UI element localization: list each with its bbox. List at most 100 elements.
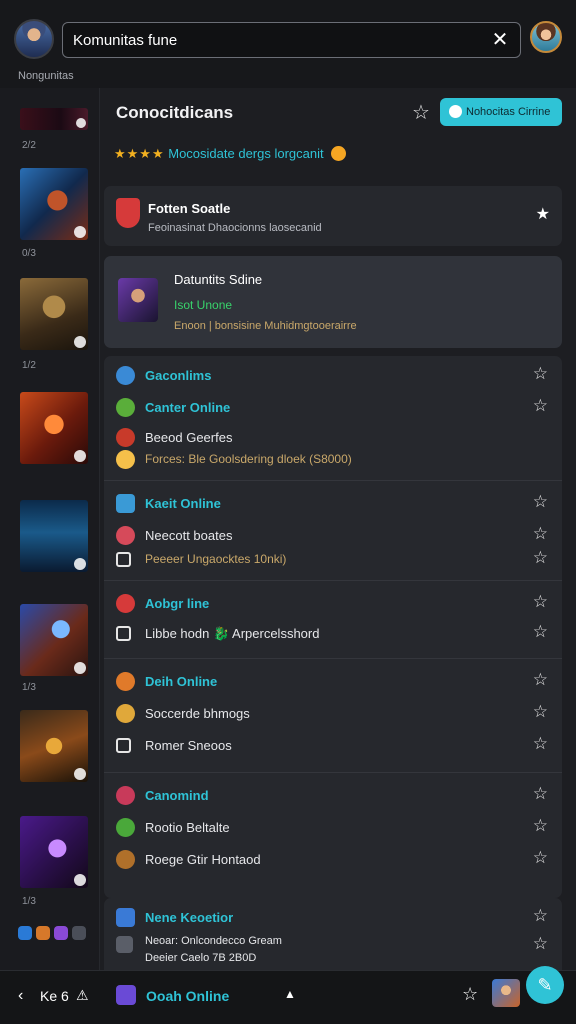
star-icon[interactable]: ☆ [462, 984, 478, 1005]
star-icon[interactable]: ☆ [533, 548, 548, 568]
star-icon[interactable]: ★ [536, 204, 550, 224]
game-thumbnail[interactable] [20, 816, 88, 888]
game-icon [116, 366, 135, 385]
game-thumbnail[interactable] [20, 604, 88, 676]
shortcut-icon[interactable] [54, 926, 68, 940]
list-item[interactable]: Canomind ☆ [116, 784, 548, 808]
thumbnail-caption: 1/3 [22, 896, 36, 907]
star-icon[interactable]: ☆ [533, 702, 548, 722]
game-thumbnail[interactable] [20, 500, 88, 572]
game-thumbnail[interactable] [20, 278, 88, 350]
now-playing-detail: Enoon | bonsisine Muhidmgtooerairre [174, 320, 357, 332]
game-icon [116, 786, 135, 805]
page-title: Conocitdicans [116, 103, 234, 122]
list-item[interactable]: Aobgr line ☆ [116, 592, 548, 616]
star-icon[interactable]: ☆ [533, 784, 548, 804]
search-input-value[interactable]: Komunitas fune [73, 32, 177, 49]
featured-card[interactable]: Fotten Soatle Feoinasinat Dhaocionns lao… [104, 186, 562, 246]
game-icon [116, 494, 135, 513]
list-item-label: Roege Gtir Hontaod [145, 852, 261, 867]
list-item-label: Nene Keoetior [145, 910, 234, 925]
chat-button-label: Nohocitas Cirrine [466, 106, 551, 118]
star-icon[interactable]: ☆ [533, 396, 548, 416]
game-icon [116, 850, 135, 869]
star-icon[interactable]: ☆ [412, 100, 430, 125]
bottom-center-label[interactable]: Ooah Online [146, 988, 229, 1004]
game-icon [116, 818, 135, 837]
game-icon [116, 908, 135, 927]
game-thumbnail[interactable] [20, 168, 88, 240]
game-thumbnail[interactable] [20, 710, 88, 782]
checkbox-icon[interactable] [116, 738, 131, 753]
divider [104, 658, 562, 659]
list-item-label: Rootio Beltalte [145, 820, 230, 835]
star-icon[interactable]: ☆ [533, 816, 548, 836]
list-item-label: Soccerde bhmogs [145, 706, 250, 721]
thumbnail-caption: 1/3 [22, 682, 36, 693]
star-icon[interactable]: ☆ [533, 492, 548, 512]
list-item-label: Neoar: Onlcondecco Gream [145, 935, 282, 947]
list-item[interactable]: Beeod Geerfes [116, 426, 548, 450]
now-playing-title: Datuntits Sdine [174, 272, 263, 287]
profile-avatar[interactable] [530, 21, 562, 53]
shortcut-icon[interactable] [36, 926, 50, 940]
list-item-label: Deeier Caelo 7B 2B0D [145, 952, 257, 964]
star-icon[interactable]: ☆ [533, 524, 548, 544]
friends-group-card: Gaconlims ☆ Canter Online ☆ Beeod Geerfes … [104, 356, 562, 898]
star-icon[interactable]: ☆ [533, 934, 548, 954]
list-item[interactable]: Peeeer Ungaocktes 10nki) ☆ [116, 548, 548, 572]
app-window: Komunitas fune ✕ Nongunitas 2/2 0/3 1/2 … [0, 0, 576, 1024]
game-thumbnail[interactable] [20, 392, 88, 464]
search-field[interactable]: Komunitas fune ✕ [62, 22, 521, 58]
chevron-up-icon[interactable]: ▲ [284, 987, 296, 1001]
list-item[interactable]: Rootio Beltalte ☆ [116, 816, 548, 840]
sidebar-shortcuts [18, 926, 90, 942]
checkbox-icon[interactable] [116, 626, 131, 641]
list-item[interactable]: Forces: Ble Goolsdering dloek (S8000) [116, 448, 548, 472]
user-avatar[interactable] [492, 979, 520, 1007]
list-item[interactable]: Neoar: Onlcondecco Gream ☆ [116, 934, 548, 954]
warning-icon[interactable]: ⚠ [76, 987, 89, 1004]
list-item[interactable]: Romer Sneoos ☆ [116, 734, 548, 758]
user-avatar[interactable] [14, 19, 54, 59]
game-thumbnail[interactable] [20, 108, 88, 130]
list-item[interactable]: Libbe hodn 🐉 Arpercelsshord ☆ [116, 622, 548, 646]
star-rating-icon: ★★★★ [114, 146, 165, 161]
list-item[interactable]: Soccerde bhmogs ☆ [116, 702, 548, 726]
thumbnail-caption: 1/2 [22, 360, 36, 371]
game-icon [116, 985, 136, 1005]
shortcut-icon[interactable] [18, 926, 32, 940]
smiley-icon [116, 450, 135, 469]
list-item-label: Libbe hodn 🐉 Arpercelsshord [145, 626, 320, 641]
shortcut-icon[interactable] [72, 926, 86, 940]
page-subtitle: Nongunitas [18, 70, 74, 82]
star-icon[interactable]: ☆ [533, 622, 548, 642]
game-icon [116, 526, 135, 545]
star-icon[interactable]: ☆ [533, 592, 548, 612]
star-icon[interactable]: ☆ [533, 848, 548, 868]
list-item[interactable]: Gaconlims ☆ [116, 364, 548, 388]
list-item[interactable]: Deeier Caelo 7B 2B0D [116, 952, 548, 968]
star-icon[interactable]: ☆ [533, 734, 548, 754]
checkbox-icon[interactable] [116, 552, 131, 567]
friends-group-card: Nene Keoetior ☆ Neoar: Onlcondecco Gream ☆… [104, 898, 562, 970]
list-item[interactable]: Roege Gtir Hontaod ☆ [116, 848, 548, 872]
close-icon[interactable]: ✕ [488, 28, 512, 52]
now-playing-card[interactable]: Datuntits Sdine Isot Unone Enoon | bonsi… [104, 256, 562, 348]
featured-subtitle: Feoinasinat Dhaocionns laosecanid [148, 222, 322, 234]
list-item-label: Romer Sneoos [145, 738, 232, 753]
list-item[interactable]: Deih Online ☆ [116, 670, 548, 694]
smiley-icon [331, 146, 347, 161]
star-icon[interactable]: ☆ [533, 364, 548, 384]
list-item[interactable]: Kaeit Online ☆ [116, 492, 548, 516]
chat-button[interactable]: Nohocitas Cirrine [440, 98, 562, 126]
star-icon[interactable]: ☆ [533, 906, 548, 926]
game-icon [116, 428, 135, 447]
chevron-left-icon[interactable]: ‹ [18, 987, 23, 1005]
star-icon[interactable]: ☆ [533, 670, 548, 690]
list-item[interactable]: Canter Online ☆ [116, 396, 548, 420]
list-item[interactable]: Nene Keoetior ☆ [116, 906, 548, 930]
list-item-label: Forces: Ble Goolsdering dloek (S8000) [145, 452, 352, 466]
edit-button[interactable]: ✎ [526, 966, 564, 1004]
list-item[interactable]: Neecott boates ☆ [116, 524, 548, 548]
